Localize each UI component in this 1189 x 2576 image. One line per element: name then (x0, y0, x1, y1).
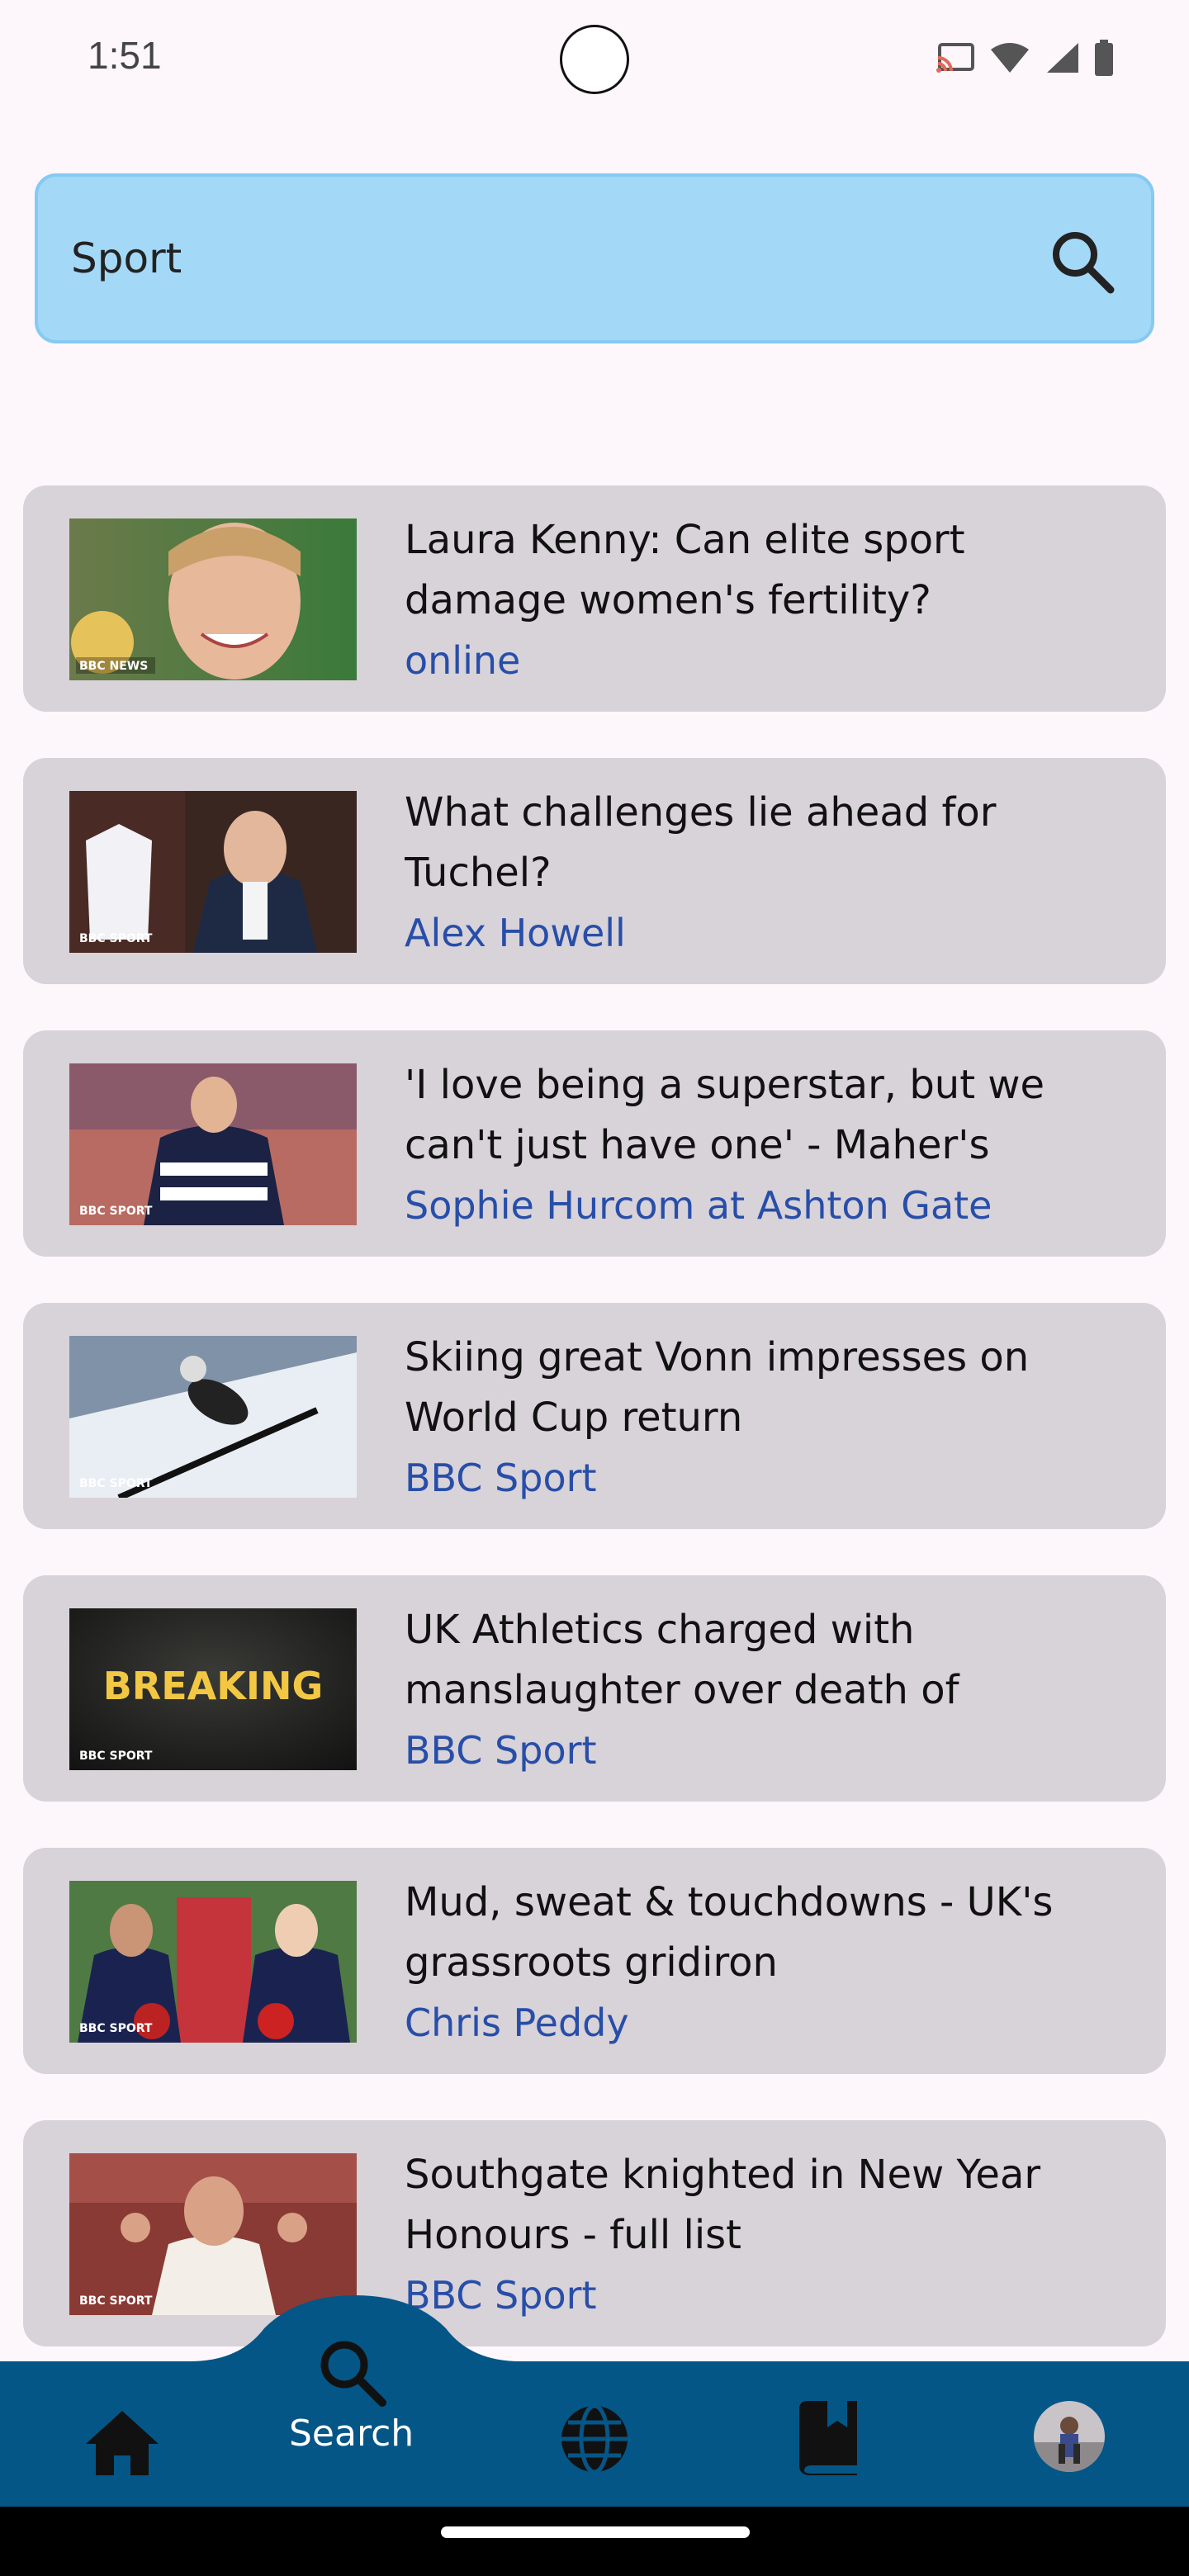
article-title: UK Athletics charged with manslaughter o… (405, 1607, 959, 1713)
thumb-badge: BBC SPORT (79, 2022, 153, 2035)
gesture-bar (0, 2507, 1189, 2576)
article-author: BBC Sport (405, 1456, 597, 1500)
article-title: Southgate knighted in New Year Honours -… (405, 2152, 1041, 2258)
article-author: online (405, 638, 521, 683)
bottom-nav: Search (0, 2295, 1189, 2510)
status-bar: 1:51 (0, 0, 1189, 124)
article-thumbnail: BREAKING BBC SPORT (69, 1608, 357, 1770)
article-thumbnail: BBC SPORT (69, 791, 357, 953)
article-author: Alex Howell (405, 911, 626, 955)
article-title: What challenges lie ahead for Tuchel? (405, 789, 997, 896)
thumb-badge: BBC SPORT (79, 1750, 153, 1763)
home-indicator[interactable] (441, 2526, 750, 2538)
article-author: Chris Peddy (405, 2001, 629, 2045)
wifi-icon (991, 43, 1029, 73)
list-item[interactable]: BBC NEWS Laura Kenny: Can elite sport da… (23, 485, 1166, 712)
bookmark-book-icon (799, 2401, 857, 2475)
battery-icon (1095, 40, 1113, 76)
article-title: 'I love being a superstar, but we can't … (405, 1062, 1045, 1168)
thumb-badge: BBC NEWS (79, 660, 148, 673)
nav-library[interactable] (798, 2399, 864, 2475)
article-thumbnail: BBC SPORT (69, 1881, 357, 2043)
status-time: 1:51 (88, 34, 162, 77)
thumb-badge: BBC SPORT (79, 1205, 153, 1218)
article-author: BBC Sport (405, 1728, 597, 1773)
thumb-breaking-text: BREAKING (103, 1664, 324, 1708)
list-item[interactable]: BBC SPORT What challenges lie ahead for … (23, 758, 1166, 984)
nav-search[interactable]: Search (289, 2337, 414, 2455)
search-bar (35, 173, 1154, 343)
article-title: Laura Kenny: Can elite sport damage wome… (405, 517, 965, 623)
article-thumbnail: BBC NEWS (69, 519, 357, 680)
signal-icon (1047, 43, 1078, 73)
nav-profile[interactable] (1034, 2401, 1105, 2472)
nav-world[interactable] (558, 2403, 631, 2475)
article-thumbnail: BBC SPORT (69, 1336, 357, 1498)
search-input[interactable] (71, 177, 1029, 340)
nav-search-label: Search (289, 2413, 414, 2455)
status-icons (935, 40, 1115, 76)
search-icon (1053, 232, 1115, 294)
cast-icon (936, 43, 974, 73)
article-title: Mud, sweat & touchdowns - UK's grassroot… (405, 1879, 1054, 1986)
search-button[interactable] (1047, 226, 1116, 296)
home-icon (86, 2411, 159, 2475)
search-icon (320, 2341, 386, 2407)
nav-home[interactable] (83, 2408, 162, 2477)
article-thumbnail: BBC SPORT (69, 1063, 357, 1225)
article-thumbnail: BBC SPORT (69, 2153, 357, 2315)
profile-avatar (1034, 2401, 1105, 2472)
list-item[interactable]: BREAKING BBC SPORT UK Athletics charged … (23, 1575, 1166, 1802)
globe-icon (561, 2403, 628, 2474)
thumb-badge: BBC SPORT (79, 1477, 153, 1490)
list-item[interactable]: BBC SPORT Skiing great Vonn impresses on… (23, 1303, 1166, 1529)
article-author: Sophie Hurcom at Ashton Gate (405, 1183, 992, 1228)
list-item[interactable]: BBC SPORT 'I love being a superstar, but… (23, 1030, 1166, 1257)
article-title: Skiing great Vonn impresses on World Cup… (405, 1334, 1030, 1441)
thumb-badge: BBC SPORT (79, 932, 153, 945)
camera-cutout (560, 25, 629, 94)
list-item[interactable]: BBC SPORT Mud, sweat & touchdowns - UK's… (23, 1848, 1166, 2074)
results-list: BBC NEWS Laura Kenny: Can elite sport da… (23, 485, 1166, 2393)
